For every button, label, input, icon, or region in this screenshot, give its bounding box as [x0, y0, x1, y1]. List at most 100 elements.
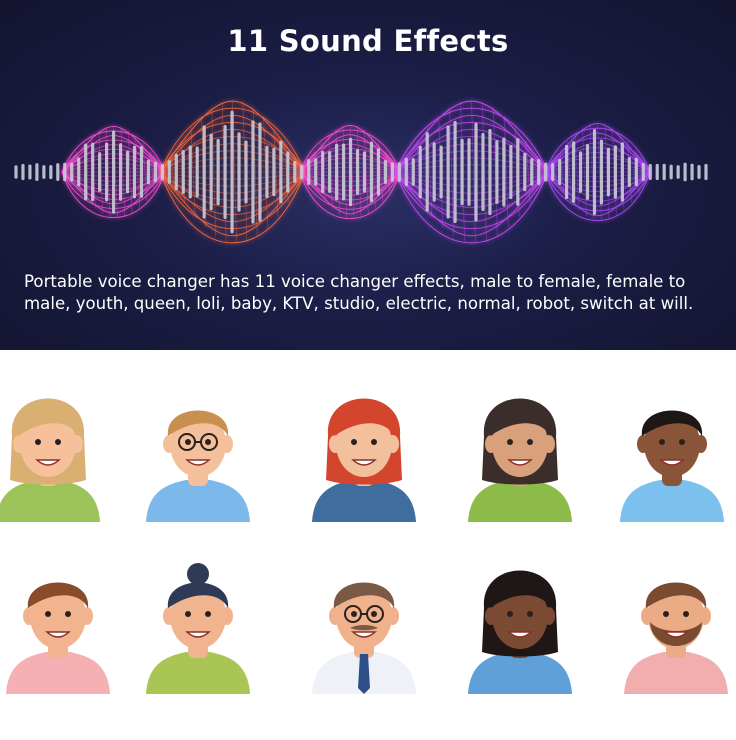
equalizer-bar	[683, 162, 687, 182]
equalizer-bar	[77, 157, 81, 187]
equalizer-bar	[369, 141, 374, 203]
avatar-long-hair-woman	[468, 570, 572, 694]
equalizer-bar	[362, 151, 367, 193]
avatar-grid	[0, 350, 736, 736]
equalizer-bar	[397, 162, 401, 182]
equalizer-bar	[328, 151, 332, 193]
equalizer-bar	[181, 149, 185, 195]
equalizer-bar	[634, 157, 638, 187]
equalizer-bar	[523, 152, 527, 192]
equalizer-bar	[460, 138, 464, 206]
equalizer-bar	[411, 158, 415, 186]
equalizer-bar	[620, 142, 624, 202]
equalizer-bar	[167, 160, 171, 184]
equalizer-bar	[307, 159, 311, 185]
avatar-blonde-woman	[0, 398, 100, 522]
equalizer-bar	[35, 163, 39, 181]
equalizer-bar	[418, 145, 422, 199]
equalizer-bar	[132, 145, 137, 199]
equalizer-bar	[286, 151, 290, 193]
equalizer-bar	[209, 133, 213, 211]
equalizer-bar	[49, 164, 53, 180]
equalizer-bar	[376, 148, 381, 196]
equalizer-bar	[300, 164, 304, 180]
equalizer-bar	[279, 140, 283, 204]
equalizer-bar	[516, 138, 520, 206]
equalizer-bar	[341, 143, 346, 201]
equalizer-bar	[544, 162, 548, 182]
equalizer-bar	[669, 164, 673, 180]
banner-title: 11 Sound Effects	[227, 24, 509, 58]
equalizer-bar	[390, 162, 394, 182]
equalizer-bar	[237, 132, 241, 212]
equalizer-bar	[690, 163, 694, 181]
equalizer-bar	[502, 137, 506, 207]
equalizer-bar	[606, 147, 611, 197]
equalizer-bar	[244, 140, 248, 204]
avatar-curly-man	[6, 582, 110, 694]
equalizer-bar	[537, 159, 541, 185]
equalizer-bar	[425, 132, 429, 212]
avatar-bun-woman	[146, 563, 250, 694]
equalizer-bar	[495, 140, 499, 204]
equalizer-bar	[432, 142, 436, 202]
equalizer-bar	[188, 145, 192, 199]
equalizer-bar	[153, 161, 157, 183]
equalizer-bar	[348, 137, 353, 207]
equalizer-bar	[265, 145, 269, 199]
banner: 11 Sound Effects Portable voice changer …	[0, 0, 736, 350]
equalizer-bar	[118, 143, 123, 201]
equalizer-bar	[551, 163, 555, 181]
equalizer-bar	[230, 110, 234, 234]
equalizer-bar	[293, 161, 297, 183]
equalizer-bar	[91, 142, 95, 202]
equalizer-bar	[70, 162, 74, 182]
equalizer-bar	[565, 144, 569, 200]
equalizer-bar	[613, 145, 617, 199]
equalizer-bar	[530, 158, 534, 186]
equalizer-bar	[662, 163, 666, 181]
equalizer-bar	[216, 138, 220, 206]
equalizer-bar	[697, 165, 701, 179]
equalizer-bar	[56, 163, 60, 181]
equalizer-bar	[355, 149, 360, 195]
equalizer-bar	[446, 125, 450, 219]
avatar-dark-hair-woman	[468, 398, 572, 522]
equalizer-bar	[223, 124, 227, 220]
equalizer-bar	[146, 159, 151, 185]
equalizer-bar	[335, 143, 339, 201]
equalizer-bar	[467, 138, 471, 206]
equalizer-bar	[202, 125, 206, 219]
equalizer-bar	[578, 151, 583, 193]
equalizer-bar	[84, 143, 88, 201]
equalizer-bar	[63, 162, 67, 182]
equalizer-bar	[105, 142, 109, 202]
equalizer-bar	[28, 164, 32, 180]
avatar-mustache-man	[312, 582, 416, 694]
equalizer-bar	[314, 158, 318, 186]
equalizer-bar	[453, 120, 457, 224]
equalizer-bar	[139, 146, 144, 198]
equalizer-bar	[509, 144, 513, 200]
equalizer-bar	[195, 146, 199, 198]
equalizer-bar	[125, 150, 130, 194]
equalizer-bar	[160, 163, 164, 181]
equalizer-bar	[98, 152, 102, 192]
equalizer-bar	[558, 158, 562, 186]
equalizer-bar	[404, 157, 408, 187]
equalizer-bar	[439, 145, 443, 199]
avatar-redhead-woman	[312, 398, 416, 522]
equalizer-bar	[272, 147, 276, 197]
equalizer-bar	[676, 165, 680, 179]
avatar-bearded-man	[624, 582, 728, 694]
equalizer-bar	[251, 120, 255, 224]
banner-description: Portable voice changer has 11 voice chan…	[24, 272, 694, 313]
avatar-man-glasses	[146, 410, 250, 522]
equalizer-bar	[321, 150, 325, 194]
equalizer-bar	[111, 130, 116, 214]
equalizer-bar	[641, 162, 645, 182]
equalizer-bar	[174, 153, 178, 191]
equalizer-bar	[258, 122, 262, 222]
equalizer-bar	[648, 164, 652, 180]
equalizer-bar	[599, 139, 604, 205]
